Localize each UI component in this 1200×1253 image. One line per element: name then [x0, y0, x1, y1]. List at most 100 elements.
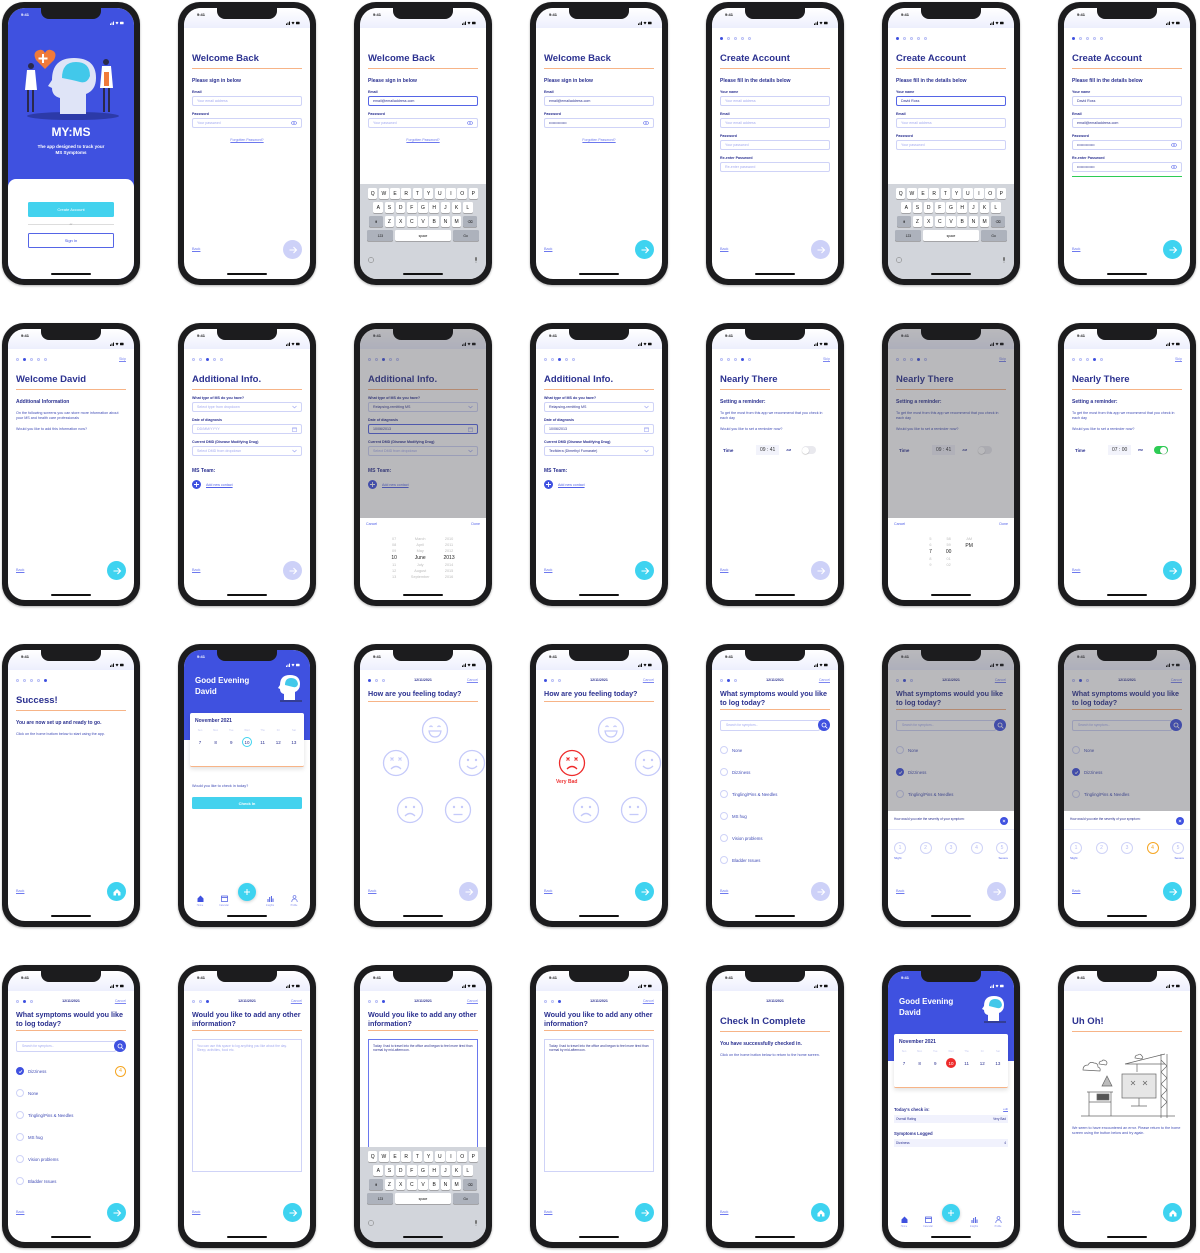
text-input[interactable]: Your password	[720, 140, 830, 150]
keyboard-key[interactable]: N	[440, 216, 451, 227]
keyboard-key[interactable]: A	[373, 202, 384, 213]
next-button[interactable]	[635, 1203, 654, 1222]
home-button[interactable]	[107, 882, 126, 901]
checkbox[interactable]	[16, 1133, 24, 1141]
symptom-option[interactable]: MS hug	[16, 1126, 126, 1148]
keyboard-key[interactable]: B	[429, 216, 439, 227]
cancel-link[interactable]: Cancel	[467, 999, 478, 1003]
tab-home[interactable]: Home	[190, 894, 210, 907]
search-button[interactable]	[818, 719, 830, 731]
skip-link[interactable]: Skip	[823, 357, 830, 361]
symptom-option[interactable]: Dizziness	[720, 761, 830, 783]
calendar-date[interactable]: 8	[211, 737, 221, 747]
next-button[interactable]	[811, 240, 830, 259]
keyboard-key[interactable]: Q	[895, 188, 906, 199]
tab-insights[interactable]: Insights	[260, 894, 280, 907]
checkbox[interactable]	[720, 834, 728, 842]
text-input[interactable]: Tecfidera (Dimethyl Fumarate)	[544, 446, 654, 456]
next-button[interactable]	[987, 882, 1006, 901]
tab-insights[interactable]: Insights	[964, 1215, 984, 1228]
calendar-date-today[interactable]: 10	[241, 737, 252, 747]
checkbox[interactable]	[720, 768, 728, 776]
keyboard-key[interactable]: D	[395, 202, 406, 213]
keyboard-key[interactable]: S	[912, 202, 923, 213]
skip-link[interactable]: Skip	[1175, 357, 1182, 361]
text-input[interactable]: ••••••••••••••	[1072, 140, 1182, 150]
emoji-key-icon[interactable]	[896, 250, 902, 268]
text-input[interactable]: Your email address	[720, 96, 830, 106]
back-link[interactable]: Back	[544, 1210, 552, 1214]
keyboard-key[interactable]: L	[990, 202, 1001, 213]
next-button[interactable]	[635, 561, 654, 580]
keyboard-key[interactable]: K	[979, 202, 990, 213]
keyboard-key[interactable]: X	[395, 216, 406, 227]
add-check-in-button[interactable]	[942, 1204, 960, 1222]
notes-textarea[interactable]: Today I had to travel into the office an…	[544, 1039, 654, 1172]
text-input[interactable]: Your email address	[192, 96, 302, 106]
text-input[interactable]: Your email address	[896, 118, 1006, 128]
checkbox[interactable]	[16, 1111, 24, 1119]
back-link[interactable]: Back	[544, 247, 552, 251]
search-input[interactable]: Search for symptom...	[16, 1040, 116, 1052]
keyboard-key[interactable]: O	[457, 188, 467, 199]
symptom-option[interactable]: MS hug	[720, 805, 830, 827]
text-input[interactable]: Select type from dropdown	[192, 402, 302, 412]
shift-key[interactable]: ⬆	[897, 216, 912, 227]
checkbox[interactable]	[720, 746, 728, 754]
keyboard-key[interactable]: J	[440, 1165, 451, 1176]
mood-neutral-icon[interactable]	[444, 796, 472, 824]
next-button[interactable]	[107, 561, 126, 580]
mood-sad-icon[interactable]	[572, 796, 600, 824]
home-button[interactable]	[1163, 1203, 1182, 1222]
keyboard-key[interactable]: C	[935, 216, 945, 227]
next-button[interactable]	[107, 1203, 126, 1222]
keyboard-key[interactable]: E	[390, 188, 400, 199]
cancel-link[interactable]: Cancel	[819, 678, 830, 682]
back-link[interactable]: Back	[1072, 889, 1080, 893]
calendar-date[interactable]: 9	[930, 1058, 940, 1068]
tab-home[interactable]: Home	[894, 1215, 914, 1228]
back-link[interactable]: Back	[192, 1210, 200, 1214]
checkbox[interactable]	[720, 812, 728, 820]
tab-profile[interactable]: Profile	[988, 1215, 1008, 1228]
close-button[interactable]	[1176, 817, 1184, 825]
next-button[interactable]	[811, 882, 830, 901]
keyboard-key[interactable]: N	[440, 1179, 451, 1190]
checkbox[interactable]	[16, 1155, 24, 1163]
symptom-option[interactable]: Tingling/Pins & Needles	[16, 1104, 126, 1126]
keyboard-key[interactable]: P	[468, 188, 479, 199]
keyboard-key[interactable]: W	[907, 188, 917, 199]
rating-option[interactable]: 4	[970, 842, 983, 854]
add-check-in-button[interactable]	[238, 883, 256, 901]
back-link[interactable]: Back	[720, 568, 728, 572]
next-button[interactable]	[635, 882, 654, 901]
mood-very-bad-icon[interactable]	[558, 749, 586, 777]
cancel-link[interactable]: Cancel	[467, 678, 478, 682]
emoji-key-icon[interactable]	[368, 250, 374, 268]
keyboard-key[interactable]: H	[957, 202, 967, 213]
keyboard-key[interactable]: N	[968, 216, 979, 227]
calendar-date[interactable]: 13	[289, 737, 299, 747]
mood-very-happy-icon[interactable]	[421, 716, 449, 744]
rating-option[interactable]: 1	[1070, 842, 1082, 854]
next-button[interactable]	[459, 882, 478, 901]
keyboard-key[interactable]: T	[412, 1151, 423, 1162]
keyboard-key[interactable]: M	[979, 216, 990, 227]
text-input[interactable]: David Ross	[1072, 96, 1182, 106]
forgotten-password-link[interactable]: Forgotten Password?	[544, 138, 654, 142]
space-key[interactable]: space	[923, 230, 979, 241]
cancel-link[interactable]: Cancel	[643, 999, 654, 1003]
rating-option[interactable]: 2	[1095, 842, 1108, 854]
text-input[interactable]: email@emailaddress.com	[1072, 118, 1182, 128]
checkbox-checked[interactable]	[16, 1067, 24, 1075]
check-in-button[interactable]: Check In	[192, 797, 302, 809]
create-account-button[interactable]: Create Account	[28, 202, 114, 217]
keyboard-key[interactable]: X	[395, 1179, 406, 1190]
keyboard-key[interactable]: M	[451, 216, 462, 227]
checkbox[interactable]	[720, 790, 728, 798]
am-pm-value[interactable]: AM	[783, 446, 794, 454]
back-link[interactable]: Back	[544, 568, 552, 572]
search-button[interactable]	[114, 1040, 126, 1052]
picker-column[interactable]: 58 59 00 01 02	[946, 536, 952, 568]
keyboard-key[interactable]: C	[407, 1179, 417, 1190]
